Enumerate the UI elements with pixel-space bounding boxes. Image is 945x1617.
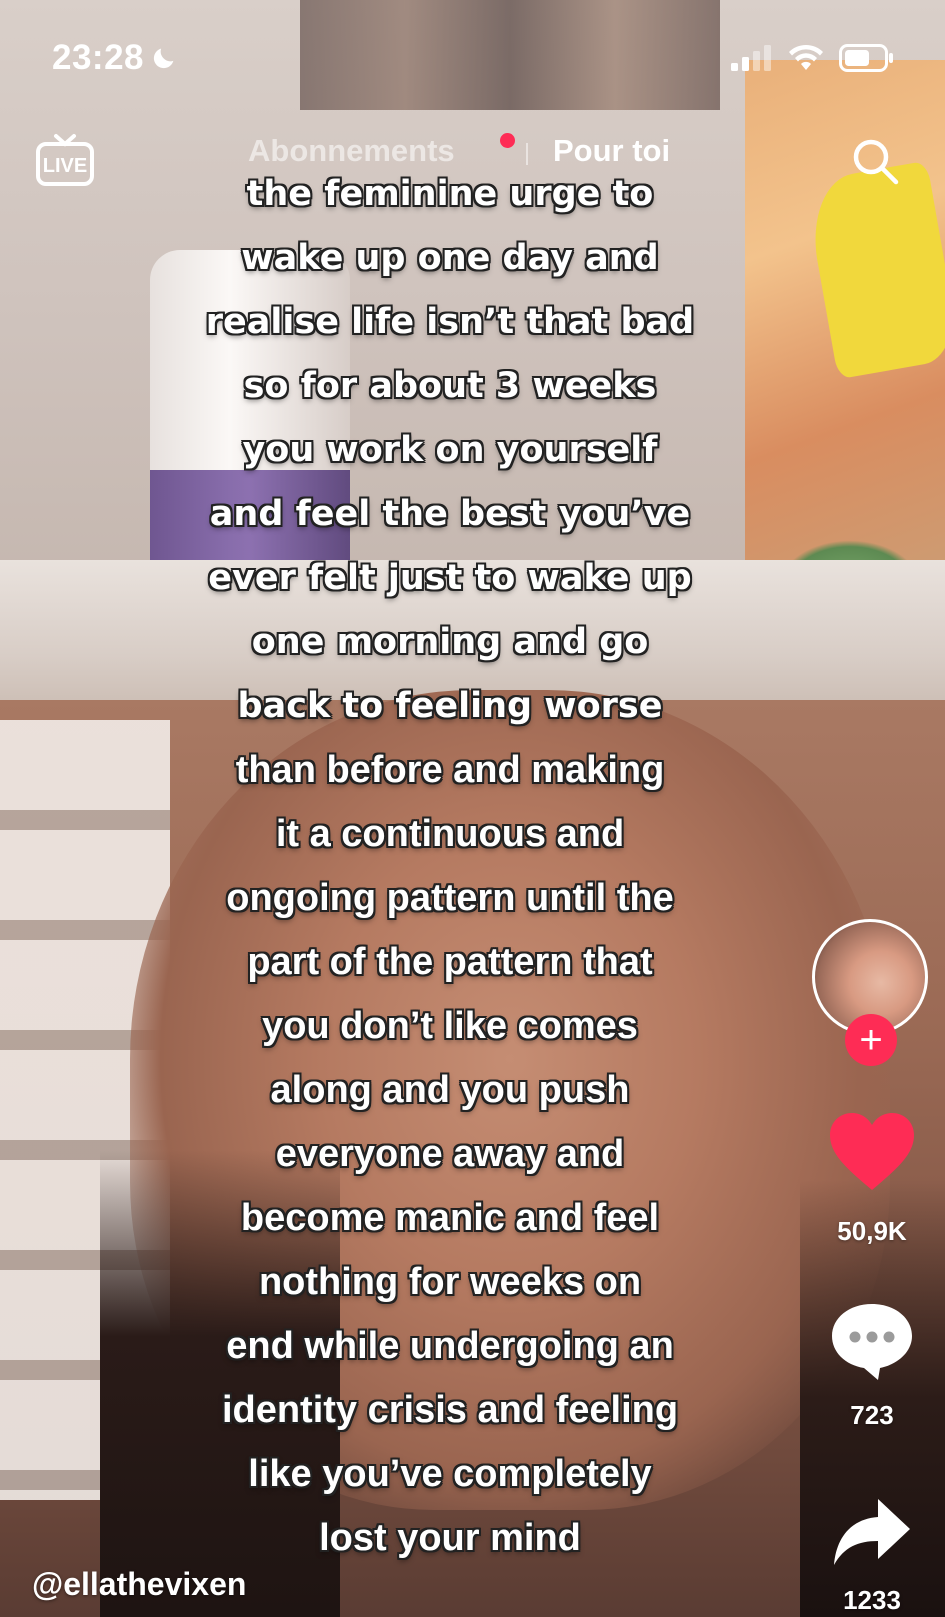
- moon-icon: [153, 48, 174, 69]
- heart-icon: [830, 1113, 914, 1190]
- signal-icon: [731, 45, 771, 71]
- notification-dot: [500, 133, 515, 148]
- caption-line: everyone away and: [275, 1133, 625, 1175]
- caption-line: wake up one day and: [241, 238, 659, 278]
- comment-button[interactable]: [828, 1300, 916, 1384]
- caption-line: you don’t like comes: [262, 1005, 638, 1047]
- caption-line: and feel the best you’ve: [209, 494, 691, 534]
- status-icons: [731, 44, 895, 72]
- caption-line: lost your mind: [319, 1517, 581, 1559]
- video-caption: the feminine urge to wake up one day and…: [130, 162, 770, 1570]
- caption-line: like you’ve completely: [248, 1453, 652, 1495]
- share-button[interactable]: [830, 1495, 914, 1571]
- status-time-text: 23:28: [52, 38, 145, 77]
- caption-line: part of the pattern that: [247, 941, 653, 983]
- caption-line: than before and making: [235, 749, 665, 791]
- caption-line: ongoing pattern until the: [226, 877, 674, 919]
- follow-button[interactable]: +: [845, 1014, 897, 1066]
- search-icon[interactable]: [850, 136, 900, 186]
- video-background-photos: [300, 0, 720, 110]
- caption-line: realise life isn’t that bad: [205, 302, 695, 342]
- caption-line: so for about 3 weeks: [243, 366, 657, 406]
- creator-username[interactable]: @ellathevixen: [32, 1566, 246, 1603]
- caption-line: become manic and feel: [240, 1197, 660, 1239]
- comment-count: 723: [850, 1400, 894, 1430]
- like-count: 50,9K: [837, 1216, 907, 1246]
- caption-line: the feminine urge to: [246, 174, 654, 214]
- status-time: 23:28: [52, 38, 178, 78]
- caption-line: identity crisis and feeling: [221, 1389, 679, 1431]
- caption-line: back to feeling worse: [237, 686, 663, 726]
- caption-line: along and you push: [270, 1069, 630, 1111]
- caption-line: nothing for weeks on: [258, 1261, 642, 1303]
- like-button[interactable]: [826, 1110, 918, 1194]
- caption-line: ever felt just to wake up: [208, 558, 692, 598]
- tiktok-feed-screen: 23:28 LIVE Abonnements Pour toi the femi…: [0, 0, 945, 1617]
- caption-line: end while undergoing an: [226, 1325, 674, 1367]
- wifi-icon: [789, 44, 823, 70]
- caption-line: one morning and go: [251, 622, 649, 662]
- caption-line: it a continuous and: [275, 813, 625, 855]
- caption-line: you work on yourself: [242, 430, 658, 470]
- share-arrow-icon: [834, 1499, 910, 1565]
- share-count: 1233: [843, 1585, 901, 1615]
- battery-icon: [839, 44, 893, 72]
- comment-icon: [832, 1304, 912, 1380]
